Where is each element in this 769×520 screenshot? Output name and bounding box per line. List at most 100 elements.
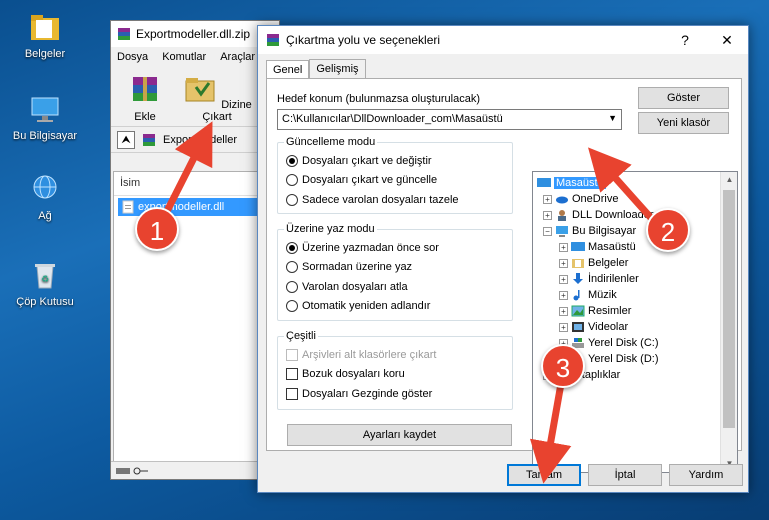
tree-item-resimler[interactable]: + Resimler [559,303,631,319]
add-button[interactable]: Ekle [117,71,173,123]
collapse-icon[interactable]: − [543,226,552,236]
extract-folder-icon [185,78,215,102]
expand-icon[interactable]: + [559,258,568,268]
radio-overwrite-without-prompt[interactable]: Sormadan üzerine yaz [286,258,504,278]
desktop-icon-this-pc[interactable]: Bu Bilgisayar [0,92,90,142]
menu-araclar[interactable]: Araçlar [220,51,255,63]
folder-tree[interactable]: Masaüstü + OneDrive + DLL Downloader.com… [532,171,738,473]
menu-dosya[interactable]: Dosya [117,51,148,63]
recycle-bin-icon: ♻ [35,264,55,289]
checkbox-show-in-explorer[interactable]: Dosyaları Gezginde göster [286,384,504,404]
tree-label: Masaüstü [588,241,636,253]
tree-item-masaustu[interactable]: + Masaüstü [559,239,636,255]
destination-path-combo[interactable]: C:\Kullanıcılar\DllDownloader_com\Masaüs… [277,109,622,130]
tree-label: Masaüstü [554,177,606,189]
winrar-app-icon [118,28,130,40]
radio-off-icon [286,300,298,313]
tree-label: Belgeler [588,257,629,269]
step-callout-2: 2 [646,208,690,252]
new-folder-button[interactable]: Yeni klasör [638,112,729,134]
show-button[interactable]: Göster [638,87,729,109]
cancel-button[interactable]: İptal [588,464,662,486]
checkbox-keep-broken[interactable]: Bozuk dosyaları koru [286,365,504,385]
menu-komutlar[interactable]: Komutlar [162,51,206,63]
radio-update-extract-update[interactable]: Dosyaları çıkart ve güncelle [286,171,504,191]
checkbox-icon [286,368,298,381]
extract-to-button[interactable]: Dizine Çıkart [181,71,253,123]
expand-icon[interactable]: + [559,274,568,284]
tree-label: İndirilenler [588,273,639,285]
videos-icon [572,322,584,332]
winrar-titlebar[interactable]: Exportmodeller.dll.zip [111,21,279,47]
radio-update-extract-replace[interactable]: Dosyaları çıkart ve değiştir [286,151,504,171]
tab-genel[interactable]: Genel [266,60,310,79]
tree-item-indirilenler[interactable]: + İndirilenler [559,271,639,287]
radio-overwrite-rename[interactable]: Otomatik yeniden adlandır [286,297,504,317]
expand-icon[interactable]: + [559,322,568,332]
column-header-name[interactable]: İsim [114,172,262,196]
tree-item-this-pc[interactable]: − Bu Bilgisayar [543,223,636,239]
overwrite-mode-group: Üzerine yaz modu Üzerine yazmadan önce s… [277,223,513,321]
tree-label: OneDrive [572,193,619,205]
tree-item-belgeler[interactable]: + Belgeler [559,255,628,271]
misc-title: Çeşitli [284,330,318,342]
radio-off-icon [286,174,298,187]
winrar-title: Exportmodeller.dll.zip [136,27,251,41]
svg-text:♻: ♻ [41,274,49,284]
tree-item-muzik[interactable]: + Müzik [559,287,617,303]
winrar-statusbar [111,461,279,479]
file-row-selected[interactable]: exportmodeller.dll [118,198,262,216]
up-folder-button[interactable]: ⮝ [117,130,135,149]
expand-icon[interactable]: + [543,210,552,220]
tree-item-videolar[interactable]: + Videolar [559,319,628,335]
tab-gelismis[interactable]: Gelişmiş [309,59,366,78]
radio-overwrite-ask[interactable]: Üzerine yazmadan önce sor [286,238,504,258]
save-settings-button[interactable]: Ayarları kaydet [287,424,512,446]
checkbox-extract-to-subfolders: Arşivleri alt klasörlere çıkart [286,345,504,365]
dll-file-icon [122,200,134,214]
expand-icon[interactable]: + [559,306,568,316]
step-callout-1: 1 [135,207,179,251]
tree-label: Resimler [588,305,632,317]
update-mode-group: Güncelleme modu Dosyaları çıkart ve deği… [277,136,513,214]
radio-update-freshen[interactable]: Sadece varolan dosyaları tazele [286,190,504,210]
downloads-icon [573,273,583,284]
tree-item-onedrive[interactable]: + OneDrive [543,191,618,207]
scroll-thumb[interactable] [723,190,735,428]
desktop-icon-network[interactable]: Ağ [0,172,90,222]
option-label: Arşivleri alt klasörlere çıkart [302,348,437,361]
winrar-window: Exportmodeller.dll.zip Dosya Komutlar Ar… [110,20,280,480]
winrar-file-list[interactable]: İsim exportmodeller.dll [113,171,263,469]
desktop-icon-label: Belgeler [24,48,66,60]
tree-item-masaustu-root[interactable]: Masaüstü [537,175,606,191]
help-button[interactable]: Yardım [669,464,743,486]
computer-icon [31,97,59,122]
chevron-down-icon[interactable]: ▼ [608,113,617,123]
option-label: Dosyaları çıkart ve değiştir [302,154,432,167]
close-icon[interactable]: ✕ [706,32,748,49]
step-callout-3: 3 [541,344,585,388]
option-label: Sormadan üzerine yaz [302,261,413,274]
ok-button[interactable]: Tamam [507,464,581,486]
help-title-button[interactable]: ? [664,32,706,49]
tree-scrollbar[interactable]: ▲ ▼ [720,172,737,472]
desktop-icon-label: Çöp Kutusu [16,296,74,308]
update-mode-title: Güncelleme modu [284,136,378,148]
extract-dialog: Çıkartma yolu ve seçenekleri ? ✕ Genel G… [257,25,749,493]
winrar-address[interactable]: Exportmodeller [163,134,237,146]
drive-key-icon [116,467,148,475]
desktop-icon-recycle-bin[interactable]: ♻ Çöp Kutusu [0,258,90,308]
radio-off-icon [286,193,298,206]
tree-label: Yerel Disk (D:) [588,353,659,365]
destination-label: Hedef konum (bulunmazsa oluşturulacak) [277,93,480,105]
user-icon [558,210,566,221]
scroll-up-icon[interactable]: ▲ [721,172,737,188]
expand-icon[interactable]: + [543,194,552,204]
expand-icon[interactable]: + [559,290,568,300]
dialog-titlebar[interactable]: Çıkartma yolu ve seçenekleri ? ✕ [258,26,748,54]
desktop-icon [571,242,585,251]
expand-icon[interactable]: + [559,242,568,252]
archive-icon [143,133,155,146]
desktop-icon-documents[interactable]: Belgeler [0,10,90,60]
radio-overwrite-skip[interactable]: Varolan dosyaları atla [286,277,504,297]
